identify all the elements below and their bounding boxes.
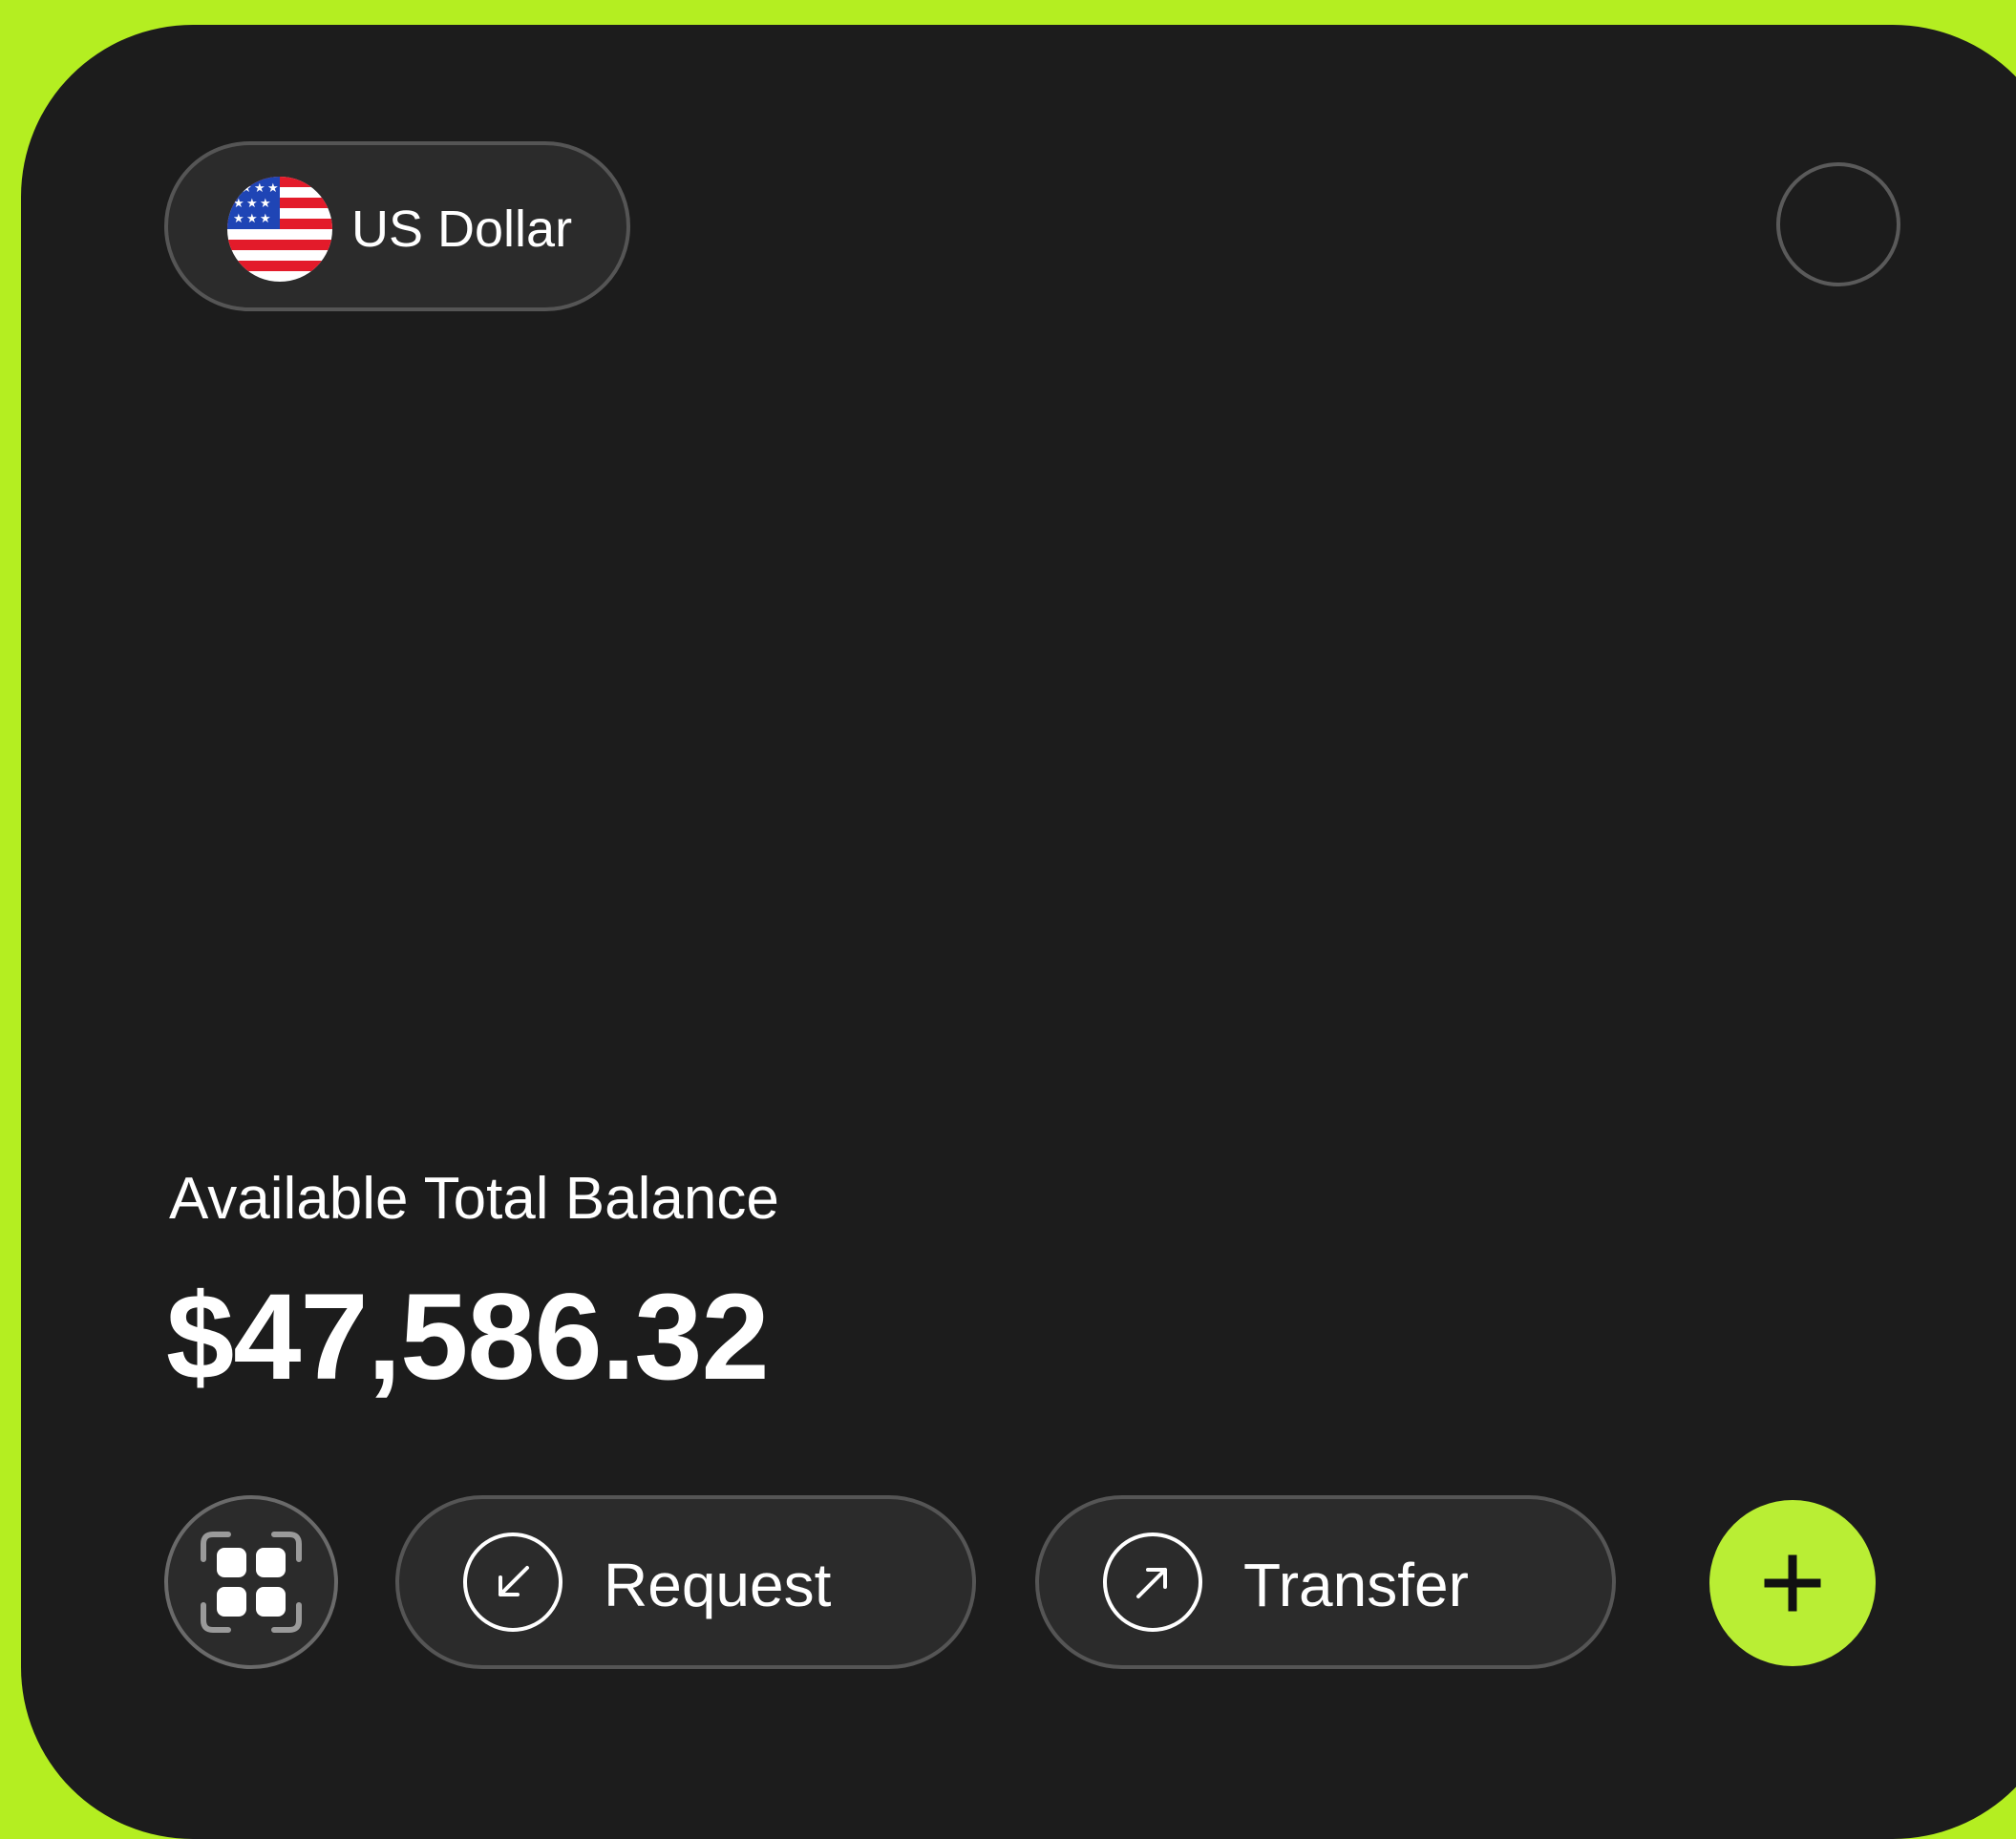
- currency-label: US Dollar: [351, 201, 573, 258]
- plus-icon: [1764, 1554, 1821, 1612]
- currency-selector[interactable]: ★ ★ ★ ★ ★ ★ ★ ★ ★ US Dollar: [164, 141, 630, 311]
- add-button[interactable]: [1709, 1500, 1876, 1666]
- options-button[interactable]: [1776, 162, 1900, 286]
- grid-icon: [201, 1532, 302, 1633]
- transfer-button[interactable]: Transfer: [1035, 1495, 1616, 1669]
- balance-card: ★ ★ ★ ★ ★ ★ ★ ★ ★ US Dollar Available Total Ba…: [21, 25, 2016, 1839]
- arrow-up-right-icon: [1102, 1532, 1203, 1633]
- balance-label: Available Total Balance: [169, 1166, 779, 1232]
- svg-text:★: ★: [254, 181, 265, 196]
- svg-text:★: ★: [267, 181, 279, 196]
- svg-text:★: ★: [233, 212, 244, 226]
- svg-text:★: ★: [246, 197, 258, 211]
- balance-amount: $47,586.32: [166, 1269, 770, 1406]
- svg-text:★: ★: [233, 197, 244, 211]
- transfer-label: Transfer: [1243, 1551, 1469, 1619]
- svg-text:★: ★: [260, 197, 271, 211]
- svg-text:★: ★: [241, 181, 252, 196]
- svg-text:★: ★: [246, 212, 258, 226]
- request-button[interactable]: Request: [395, 1495, 976, 1669]
- us-flag-icon: ★ ★ ★ ★ ★ ★ ★ ★ ★: [227, 177, 332, 282]
- grid-menu-button[interactable]: [164, 1495, 338, 1669]
- svg-text:★: ★: [260, 212, 271, 226]
- request-label: Request: [604, 1551, 832, 1619]
- arrow-down-left-icon: [462, 1532, 563, 1633]
